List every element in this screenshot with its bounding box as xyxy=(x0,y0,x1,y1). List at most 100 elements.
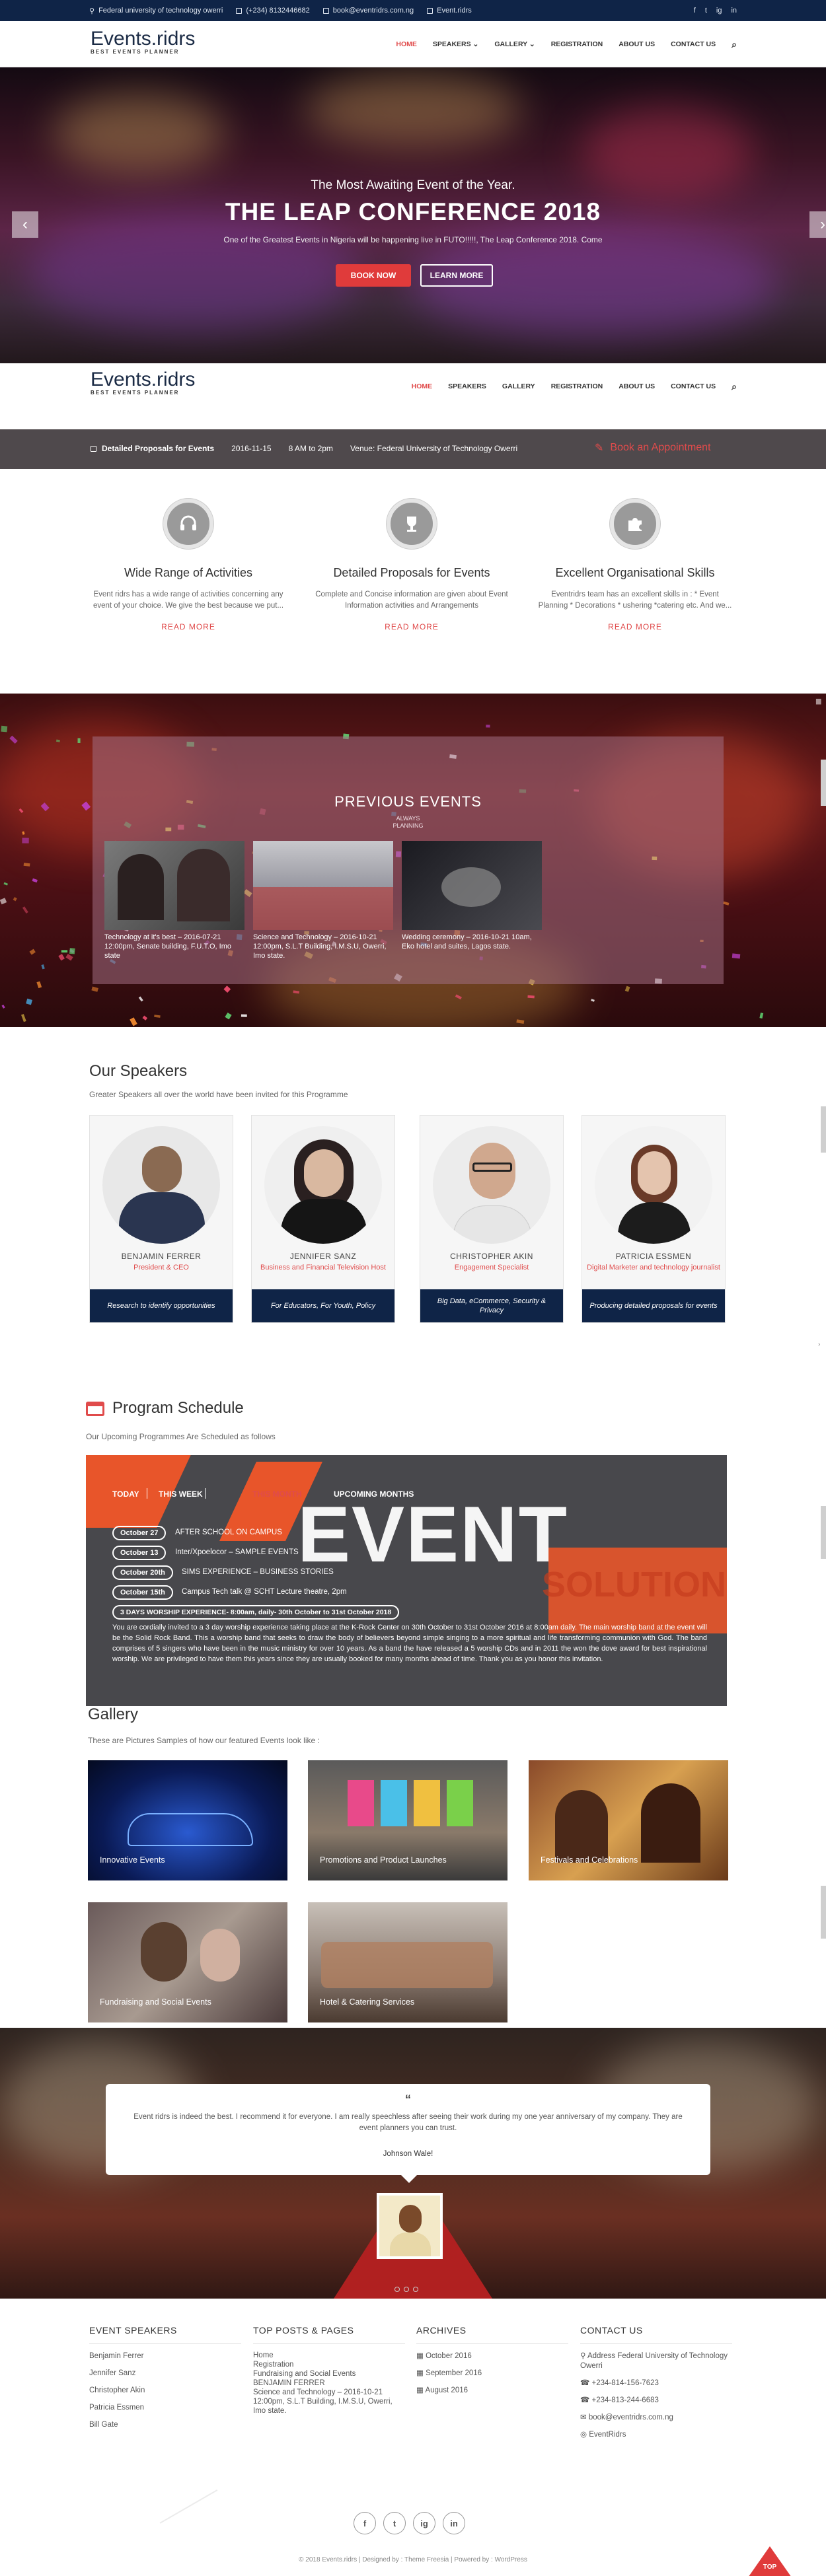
schedule-item-text[interactable]: Inter/Xpoelocor – SAMPLE EVENTS xyxy=(175,1548,299,1556)
speaker-card[interactable]: PATRICIA ESSMEN Digital Marketer and tec… xyxy=(582,1115,726,1323)
sticky-nav-home[interactable]: HOME xyxy=(412,382,433,390)
tab-today[interactable]: TODAY xyxy=(112,1489,139,1499)
speaker-card[interactable]: BENJAMIN FERRER President & CEO Research… xyxy=(89,1115,233,1323)
brand-info[interactable]: Event.ridrs xyxy=(427,7,472,15)
contact-email[interactable]: ✉ book@eventridrs.com.ng xyxy=(580,2413,732,2423)
archive-item[interactable]: ▦ August 2016 xyxy=(416,2386,568,2396)
slider-prev-arrow[interactable]: ‹ xyxy=(12,211,38,238)
twitter-icon[interactable]: t xyxy=(383,2512,406,2534)
search-icon[interactable]: ⌕ xyxy=(732,381,737,392)
confetti-piece xyxy=(591,999,595,1002)
learn-more-button[interactable]: LEARN MORE xyxy=(420,264,493,287)
confetti-piece xyxy=(41,964,45,970)
footer-link[interactable]: Bill Gate xyxy=(89,2420,241,2430)
confetti-piece xyxy=(19,808,24,813)
bottle-shape xyxy=(348,1780,374,1826)
linkedin-icon[interactable]: in xyxy=(443,2512,465,2534)
nav-home[interactable]: HOME xyxy=(396,40,417,48)
instagram-icon[interactable]: ig xyxy=(716,7,722,15)
slider-next-arrow[interactable]: › xyxy=(809,211,826,238)
sticky-nav-contact[interactable]: CONTACT US xyxy=(671,382,716,390)
facebook-icon[interactable]: f xyxy=(694,7,696,15)
tab-this-month[interactable]: THIS MONTH xyxy=(252,1489,302,1499)
nav-registration[interactable]: REGISTRATION xyxy=(551,40,603,48)
footer-link[interactable]: Christopher Akin xyxy=(89,2386,241,2396)
glass-shape xyxy=(441,867,501,907)
tab-this-week[interactable]: THIS WEEK xyxy=(159,1489,203,1499)
gallery-item[interactable]: Innovative Events xyxy=(88,1760,287,1880)
search-icon[interactable]: ⌕ xyxy=(732,39,737,50)
schedule-item-text[interactable]: AFTER SCHOOL ON CAMPUS xyxy=(175,1528,282,1536)
nav-speakers[interactable]: SPEAKERS ⌄ xyxy=(433,40,479,48)
feature-item: Wide Range of Activities Event ridrs has… xyxy=(76,499,301,631)
schedule-highlight-pill: 3 DAYS WORSHIP EXPERIENCE- 8:00am, daily… xyxy=(112,1605,400,1620)
event-thumbnail[interactable] xyxy=(253,841,393,930)
site-header: Events.ridrs BEST EVENTS PLANNER HOME SP… xyxy=(0,21,826,67)
read-more-link[interactable]: READ MORE xyxy=(523,622,747,631)
footer-link[interactable]: BENJAMIN FERRER xyxy=(253,2379,405,2388)
footer-link[interactable]: Home xyxy=(253,2351,405,2360)
email-info[interactable]: book@eventridrs.com.ng xyxy=(322,7,414,15)
schedule-item-text[interactable]: SIMS EXPERIENCE – BUSINESS STORIES xyxy=(182,1568,334,1576)
event-caption: Technology at it's best – 2016-07-21 12:… xyxy=(104,933,231,960)
contact-phone[interactable]: ☎ +234-814-156-7623 xyxy=(580,2379,732,2388)
sticky-nav-registration[interactable]: REGISTRATION xyxy=(551,382,603,390)
footer-link[interactable]: Benjamin Ferrer xyxy=(89,2351,241,2361)
schedule-item-text[interactable]: Campus Tech talk @ SCHT Lecture theatre,… xyxy=(182,1588,347,1596)
nav-contact[interactable]: CONTACT US xyxy=(671,40,716,48)
gallery-title: Gallery xyxy=(88,1705,139,1723)
speaker-card[interactable]: JENNIFER SANZ Business and Financial Tel… xyxy=(251,1115,395,1323)
footer-link[interactable]: Patricia Essmen xyxy=(89,2403,241,2413)
tab-upcoming-months[interactable]: UPCOMING MONTHS xyxy=(334,1489,414,1499)
event-caption: Wedding ceremony – 2016-10-21 10am, Eko … xyxy=(402,933,532,950)
footer-link[interactable]: Science and Technology – 2016-10-21 12:0… xyxy=(253,2388,405,2415)
read-more-link[interactable]: READ MORE xyxy=(299,622,524,631)
book-appointment-button[interactable]: ✎ Book an Appointment xyxy=(595,441,711,454)
event-thumbnail[interactable] xyxy=(104,841,244,930)
sticky-logo[interactable]: Events.ridrs BEST EVENTS PLANNER xyxy=(91,369,195,396)
schedule-date-pill: October 20th xyxy=(112,1565,173,1580)
instagram-icon[interactable]: ig xyxy=(413,2512,435,2534)
testimonial-dots xyxy=(394,2287,418,2292)
linkedin-icon[interactable]: in xyxy=(731,7,737,15)
scrollbar-thumb[interactable] xyxy=(821,1886,826,1939)
read-more-link[interactable]: READ MORE xyxy=(76,622,301,631)
dot-button[interactable] xyxy=(404,2287,409,2292)
speaker-role: Engagement Specialist xyxy=(454,1264,529,1271)
speaker-card[interactable]: CHRISTOPHER AKIN Engagement Specialist B… xyxy=(420,1115,564,1323)
dot-button[interactable] xyxy=(394,2287,400,2292)
outfit-shape xyxy=(281,1199,367,1244)
book-now-button[interactable]: BOOK NOW xyxy=(336,264,411,287)
footer-link[interactable]: Jennifer Sanz xyxy=(89,2369,241,2379)
nav-about[interactable]: ABOUT US xyxy=(619,40,655,48)
sticky-nav-speakers[interactable]: SPEAKERS xyxy=(448,382,486,390)
archive-item[interactable]: ▦ October 2016 xyxy=(416,2351,568,2361)
confetti-piece xyxy=(154,1015,161,1018)
event-thumbnail[interactable] xyxy=(402,841,542,930)
scrollbar-thumb[interactable] xyxy=(821,1506,826,1559)
sticky-nav-about[interactable]: ABOUT US xyxy=(619,382,655,390)
scrollbar-thumb[interactable] xyxy=(821,1106,826,1153)
gallery-item[interactable]: Fundraising and Social Events xyxy=(88,1902,287,2022)
bottle-shape xyxy=(447,1780,473,1826)
gallery-item[interactable]: Hotel & Catering Services xyxy=(308,1902,507,2022)
footer-link[interactable]: Fundraising and Social Events xyxy=(253,2369,405,2379)
footer-link[interactable]: Registration xyxy=(253,2360,405,2369)
confetti-piece xyxy=(81,801,91,811)
facebook-icon[interactable]: f xyxy=(354,2512,376,2534)
archive-item[interactable]: ▦ September 2016 xyxy=(416,2369,568,2379)
contact-phone[interactable]: ☎ +234-813-244-6683 xyxy=(580,2396,732,2406)
dot-button[interactable] xyxy=(413,2287,418,2292)
gallery-item[interactable]: Festivals and Celebrations xyxy=(529,1760,728,1880)
site-logo[interactable]: Events.ridrs BEST EVENTS PLANNER xyxy=(91,28,195,55)
nav-gallery[interactable]: GALLERY ⌄ xyxy=(494,40,535,48)
phone-info[interactable]: (+234) 8132446682 xyxy=(236,7,310,15)
confetti-piece xyxy=(0,898,7,905)
gallery-item[interactable]: Promotions and Product Launches xyxy=(308,1760,507,1880)
sticky-nav-gallery[interactable]: GALLERY xyxy=(502,382,535,390)
scrollbar-thumb[interactable] xyxy=(821,760,826,806)
speaker-name: BENJAMIN FERRER xyxy=(121,1252,202,1261)
contact-skype[interactable]: ◎ EventRidrs xyxy=(580,2430,732,2440)
confetti-piece xyxy=(3,882,9,886)
twitter-icon[interactable]: t xyxy=(705,7,707,15)
